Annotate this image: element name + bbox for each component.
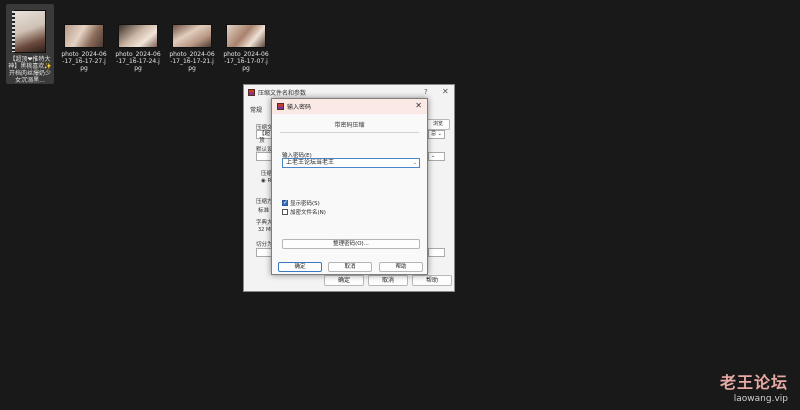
video-thumbnail — [12, 10, 46, 53]
divider — [280, 132, 419, 133]
password-input[interactable]: 上老王论坛当老王 ⌄ — [282, 158, 420, 168]
photo-thumbnail — [64, 24, 104, 48]
photo-thumbnail — [226, 24, 266, 48]
dialog-titlebar: 压缩文件名和参数 — [244, 85, 454, 99]
close-icon[interactable]: ✕ — [415, 101, 422, 110]
encrypt-names-label: 加密文件名(N) — [290, 210, 326, 216]
file-photo[interactable]: photo_2024-06-17_16-17-07.jpg — [222, 4, 270, 82]
ok-button[interactable]: 确定 — [278, 262, 322, 272]
file-name: photo_2024-06-17_16-17-21.jpg — [169, 51, 215, 72]
file-name: photo_2024-06-17_16-17-24.jpg — [115, 51, 161, 72]
dialog-title: 压缩文件名和参数 — [258, 89, 307, 97]
checkbox-unchecked-icon — [282, 209, 288, 215]
dialog-heading: 带密码压缩 — [334, 122, 365, 129]
help-button[interactable]: 帮助 — [412, 275, 452, 286]
file-name: 【超顶❤推特大神】黑桃喜欢✨ 开档肉丝爆奶少女沉溺黑... — [8, 56, 52, 84]
ok-button[interactable]: 确定 — [324, 275, 364, 286]
file-photo[interactable]: photo_2024-06-17_16-17-27.jpg — [60, 4, 108, 82]
file-name: photo_2024-06-17_16-17-27.jpg — [61, 51, 107, 72]
cancel-button[interactable]: 取消 — [328, 262, 372, 272]
file-photo[interactable]: photo_2024-06-17_16-17-24.jpg — [114, 4, 162, 82]
watermark-title: 老王论坛 — [719, 373, 788, 392]
photo-thumbnail — [172, 24, 212, 48]
show-password-checkbox[interactable]: 显示密码(S) — [282, 199, 320, 207]
chevron-down-icon[interactable]: ⌄ — [413, 159, 417, 167]
organize-passwords-button[interactable]: 整理密码(O)... — [282, 239, 420, 249]
encrypt-names-checkbox[interactable]: 加密文件名(N) — [282, 208, 326, 216]
desktop-files: 【超顶❤推特大神】黑桃喜欢✨ 开档肉丝爆奶少女沉溺黑... photo_2024… — [6, 4, 270, 84]
checkbox-checked-icon — [282, 199, 288, 206]
photo-thumbnail — [118, 24, 158, 48]
dialog-titlebar: 输入密码 — [272, 99, 427, 114]
winrar-icon — [248, 88, 255, 96]
split-select[interactable] — [428, 248, 445, 257]
password-dialog: 输入密码 ✕ 带密码压缩 输入密码(E) 上老王论坛当老王 ⌄ 显示密码(S) … — [271, 98, 428, 275]
show-password-label: 显示密码(S) — [290, 201, 320, 207]
help-button[interactable]: 帮助 — [379, 262, 423, 272]
watermark: 老王论坛 laowang.vip — [720, 369, 788, 404]
close-icon[interactable]: ✕ — [442, 87, 449, 96]
winrar-icon — [277, 103, 284, 110]
file-name: photo_2024-06-17_16-17-07.jpg — [223, 51, 269, 72]
dialog-title: 输入密码 — [287, 104, 312, 111]
watermark-url: laowang.vip — [733, 394, 788, 404]
help-mark-icon[interactable]: ? — [424, 88, 428, 96]
file-photo[interactable]: photo_2024-06-17_16-17-21.jpg — [168, 4, 216, 82]
filmstrip-icon — [12, 11, 15, 52]
profile-select[interactable]: ⌄ — [428, 152, 445, 161]
method-value[interactable]: 标准 — [258, 206, 269, 214]
cancel-button[interactable]: 取消 — [368, 275, 408, 286]
tab-general[interactable]: 常规 — [250, 105, 262, 114]
password-value: 上老王论坛当老王 — [286, 159, 335, 166]
split-input[interactable] — [256, 248, 272, 257]
update-mode-select[interactable]: 忌 ⌄ — [428, 130, 445, 139]
file-video[interactable]: 【超顶❤推特大神】黑桃喜欢✨ 开档肉丝爆奶少女沉溺黑... — [6, 4, 54, 84]
browse-button[interactable]: 浏览(B)... — [426, 119, 450, 136]
